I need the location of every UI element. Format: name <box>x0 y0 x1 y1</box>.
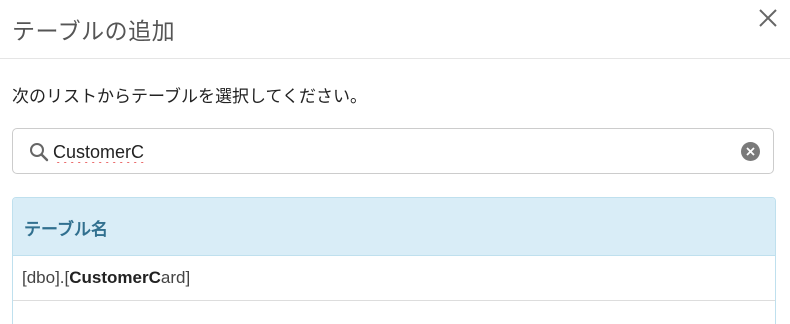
table-list: テーブル名 [dbo].[CustomerCard] <box>12 197 776 324</box>
search-input[interactable] <box>53 138 733 166</box>
dialog-header: テーブルの追加 <box>0 0 790 59</box>
clear-search-button[interactable] <box>741 142 760 161</box>
clear-icon <box>746 147 755 156</box>
close-icon <box>759 9 777 27</box>
add-table-dialog: テーブルの追加 次のリストからテーブルを選択してください。 テーブル名 [dbo… <box>0 0 790 324</box>
table-header: テーブル名 <box>13 198 775 256</box>
instruction-text: 次のリストからテーブルを選択してください。 <box>12 87 367 107</box>
column-header-table-name: テーブル名 <box>24 220 108 240</box>
table-row[interactable]: [dbo].[CustomerCard] <box>13 256 775 301</box>
table-name-prefix: [dbo].[ <box>22 268 70 287</box>
table-name-cell: [dbo].[CustomerCard] <box>22 268 190 288</box>
search-box <box>12 128 774 174</box>
search-icon <box>30 143 49 162</box>
close-button[interactable] <box>756 6 780 30</box>
dialog-title: テーブルの追加 <box>12 19 176 45</box>
table-name-match: CustomerC <box>69 268 161 287</box>
table-name-suffix: ard] <box>160 268 191 287</box>
